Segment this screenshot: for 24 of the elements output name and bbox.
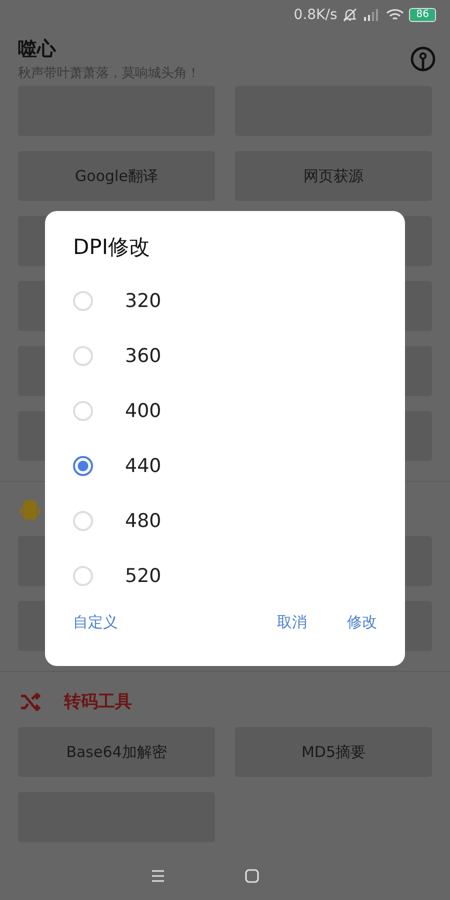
custom-button[interactable]: 自定义 xyxy=(73,609,118,636)
dialog-title: DPI修改 xyxy=(73,234,152,261)
option-label: 480 xyxy=(125,510,162,532)
tool-button[interactable]: MD5摘要 xyxy=(235,727,432,777)
battery-indicator: 86 xyxy=(409,8,436,22)
tool-button[interactable]: Base64加解密 xyxy=(18,727,215,777)
option-label: 360 xyxy=(125,344,162,366)
app-title: 噬心 xyxy=(18,37,58,62)
menu-icon[interactable] xyxy=(151,870,165,882)
home-icon[interactable] xyxy=(245,869,259,883)
radio-button[interactable] xyxy=(73,456,93,476)
dialog-action-button[interactable]: 取消 xyxy=(277,609,307,636)
option-label: 520 xyxy=(125,564,162,586)
bell-off-icon xyxy=(342,7,358,23)
info-icon[interactable] xyxy=(410,46,436,72)
option-label: 400 xyxy=(125,400,162,422)
tool-button[interactable]: 网页获源 xyxy=(235,151,432,201)
network-speed: 0.8K/s xyxy=(294,7,338,23)
option-label: 320 xyxy=(125,290,162,312)
wifi-icon xyxy=(386,8,404,22)
option-label: 440 xyxy=(125,454,162,476)
dialog-action-button[interactable]: 修改 xyxy=(347,609,377,636)
tool-button[interactable]: Google翻译 xyxy=(18,151,215,201)
section-title: 转码工具 xyxy=(64,691,132,713)
